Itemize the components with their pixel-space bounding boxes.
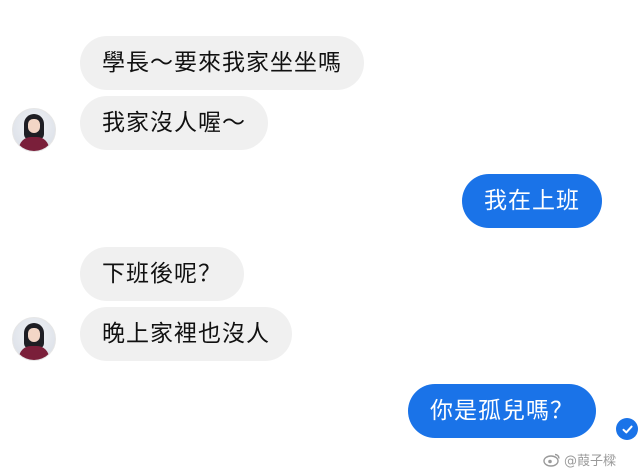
avatar-face xyxy=(28,119,40,133)
contact-avatar[interactable] xyxy=(12,108,56,152)
message-bubble-incoming-2[interactable]: 我家沒人喔～ xyxy=(80,96,268,150)
weibo-logo-icon xyxy=(543,453,560,467)
message-bubble-outgoing-1[interactable]: 我在上班 xyxy=(462,174,602,228)
watermark-text: @葭子樑 xyxy=(564,454,617,469)
message-bubble-incoming-1[interactable]: 學長～要來我家坐坐嗎 xyxy=(80,36,364,90)
message-bubble-incoming-3[interactable]: 下班後呢？ xyxy=(80,247,244,301)
avatar-shirt xyxy=(19,137,49,151)
avatar-shirt xyxy=(19,346,49,360)
message-bubble-outgoing-2[interactable]: 你是孤兒嗎？ xyxy=(408,384,596,438)
contact-avatar[interactable] xyxy=(12,317,56,361)
seen-check-icon xyxy=(616,418,638,440)
avatar-face xyxy=(28,328,40,342)
watermark: @葭子樑 xyxy=(543,450,616,469)
message-bubble-incoming-4[interactable]: 晚上家裡也沒人 xyxy=(80,307,292,361)
